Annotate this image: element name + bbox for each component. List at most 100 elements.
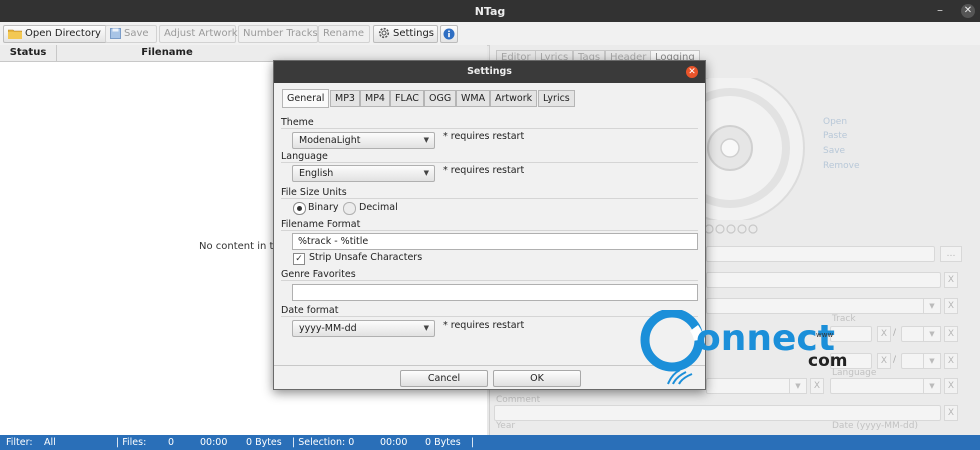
language-dropdown-icon[interactable]: ▼: [923, 378, 941, 394]
files-count: 0: [168, 437, 175, 448]
disc-separator: /: [893, 355, 897, 365]
number-tracks-button[interactable]: Number Tracks: [238, 25, 318, 43]
tab-mp3[interactable]: MP3: [330, 90, 360, 107]
album-dropdown-icon[interactable]: ▼: [923, 298, 941, 314]
artwork-paste-link[interactable]: Paste: [823, 131, 847, 141]
editor-field-comment[interactable]: [494, 405, 941, 421]
year-label: Year: [496, 421, 516, 431]
minimize-icon[interactable]: –: [937, 3, 943, 17]
tab-artwork[interactable]: Artwork: [490, 90, 538, 107]
clear-track-icon[interactable]: X: [877, 326, 891, 342]
date-format-value: yyyy-MM-dd: [299, 323, 357, 334]
strip-unsafe-label[interactable]: Strip Unsafe Characters: [309, 252, 422, 263]
filename-format-label: Filename Format: [281, 219, 361, 230]
tab-mp4[interactable]: MP4: [360, 90, 390, 107]
decimal-label[interactable]: Decimal: [359, 202, 398, 213]
dialog-title-bar[interactable]: Settings ✕: [274, 61, 705, 83]
binary-radio[interactable]: [293, 202, 306, 215]
date-label: Date (yyyy-MM-dd): [832, 421, 918, 431]
column-filename[interactable]: Filename: [57, 45, 277, 61]
watermark-www: www: [816, 331, 833, 339]
chevron-down-icon: ▼: [423, 324, 429, 332]
genre-favorites-separator: [281, 280, 698, 281]
artwork-placeholder-icon: [690, 78, 805, 220]
clear-disc-total-icon[interactable]: X: [944, 353, 958, 369]
clear-disc-icon[interactable]: X: [877, 353, 891, 369]
window-title-bar: NTag – ✕: [0, 0, 980, 22]
filename-format-input[interactable]: %track - %title: [292, 233, 698, 250]
cancel-button[interactable]: Cancel: [400, 370, 488, 387]
filename-format-value: %track - %title: [298, 236, 369, 247]
comment-label: Comment: [496, 395, 541, 405]
strip-unsafe-checkbox[interactable]: ✓: [293, 253, 305, 265]
empty-table-message: No content in ta: [199, 241, 280, 252]
info-icon: [443, 28, 455, 40]
artwork-page-dots[interactable]: [704, 223, 760, 235]
tab-flac[interactable]: FLAC: [390, 90, 424, 107]
artwork-save-link[interactable]: Save: [823, 146, 845, 156]
editor-field-title[interactable]: [706, 246, 935, 262]
save-label: Save: [124, 28, 149, 39]
filename-format-separator: [281, 230, 698, 231]
theme-label: Theme: [281, 117, 314, 128]
file-size-units-label: File Size Units: [281, 187, 347, 198]
date-format-select[interactable]: yyyy-MM-dd ▼: [292, 320, 435, 337]
dialog-close-icon[interactable]: ✕: [686, 66, 698, 78]
clear-language-icon[interactable]: X: [944, 378, 958, 394]
clear-artist-icon[interactable]: X: [944, 272, 958, 288]
tab-ogg[interactable]: OGG: [424, 90, 457, 107]
folder-icon: [8, 29, 22, 39]
tab-lyrics-settings[interactable]: Lyrics: [538, 90, 575, 107]
language-restart-note: * requires restart: [443, 165, 525, 176]
decimal-radio[interactable]: [343, 202, 356, 215]
theme-separator: [281, 128, 698, 129]
clear-track-total-icon[interactable]: X: [944, 326, 958, 342]
date-format-label: Date format: [281, 305, 339, 316]
language-select[interactable]: English ▼: [292, 165, 435, 182]
settings-button[interactable]: Settings: [373, 25, 438, 43]
about-button[interactable]: [440, 25, 458, 43]
window-title: NTag: [474, 5, 506, 18]
artwork-remove-link[interactable]: Remove: [823, 161, 860, 171]
dialog-title: Settings: [467, 66, 512, 77]
editor-field-artist[interactable]: [706, 272, 941, 288]
editor-browse-button[interactable]: …: [940, 246, 962, 262]
artwork-open-link[interactable]: Open: [823, 117, 847, 127]
settings-label: Settings: [393, 28, 435, 39]
language-label: Language: [281, 151, 328, 162]
selection-label: | Selection: 0: [292, 437, 355, 448]
gear-icon: [378, 27, 390, 39]
clear-album-icon[interactable]: X: [944, 298, 958, 314]
language-separator: [281, 162, 698, 163]
save-button[interactable]: Save: [105, 25, 157, 43]
files-label: | Files:: [116, 437, 147, 448]
adjust-artwork-button[interactable]: Adjust Artwork: [159, 25, 238, 43]
binary-label[interactable]: Binary: [308, 202, 339, 213]
disc-total-dropdown-icon[interactable]: ▼: [923, 353, 941, 369]
genre-favorites-input[interactable]: [292, 284, 698, 301]
rename-button[interactable]: Rename: [318, 25, 370, 43]
date-format-separator: [281, 316, 698, 317]
chevron-down-icon: ▼: [423, 169, 429, 177]
selection-duration: 00:00: [380, 437, 408, 448]
status-end-separator: |: [471, 437, 475, 448]
tab-general[interactable]: General: [282, 89, 330, 108]
connect-watermark-logo: onnect www com: [640, 310, 847, 385]
floppy-disk-icon: [110, 28, 121, 39]
selection-size: 0 Bytes: [425, 437, 461, 448]
theme-value: ModenaLight: [299, 135, 361, 146]
open-directory-button[interactable]: Open Directory: [3, 25, 107, 43]
tab-wma[interactable]: WMA: [456, 90, 491, 107]
track-total-dropdown-icon[interactable]: ▼: [923, 326, 941, 342]
files-size: 0 Bytes: [246, 437, 282, 448]
filter-value[interactable]: All: [44, 437, 56, 448]
ok-button[interactable]: OK: [493, 370, 581, 387]
column-status[interactable]: Status: [0, 45, 57, 61]
date-format-restart-note: * requires restart: [443, 320, 525, 331]
close-icon[interactable]: ✕: [961, 4, 975, 18]
open-directory-label: Open Directory: [25, 28, 101, 39]
clear-comment-icon[interactable]: X: [944, 405, 958, 421]
theme-restart-note: * requires restart: [443, 131, 525, 142]
theme-select[interactable]: ModenaLight ▼: [292, 132, 435, 149]
files-duration: 00:00: [200, 437, 228, 448]
